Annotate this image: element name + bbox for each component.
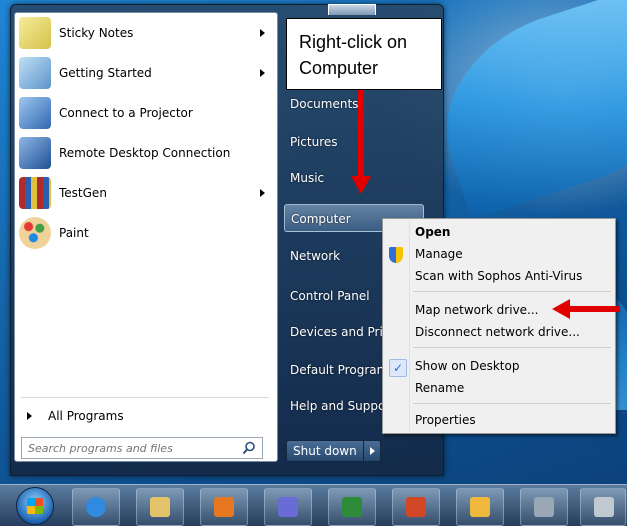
- shutdown-group: Shut down: [286, 440, 381, 462]
- ctx-show-on-desktop[interactable]: Show on Desktop: [415, 355, 611, 377]
- program-label: TestGen: [59, 186, 107, 200]
- all-programs-label: All Programs: [48, 409, 124, 423]
- uac-shield-icon: [389, 247, 403, 263]
- media-player-icon: [214, 497, 234, 517]
- ctx-separator: [413, 347, 611, 348]
- taskbar-internet-explorer[interactable]: [72, 488, 120, 526]
- ctx-open[interactable]: Open: [415, 221, 611, 243]
- taskbar-file-explorer[interactable]: [136, 488, 184, 526]
- checkmark-icon: ✓: [389, 359, 407, 377]
- taskbar-outlook[interactable]: [456, 488, 504, 526]
- ctx-scan-sophos[interactable]: Scan with Sophos Anti-Virus: [415, 265, 611, 287]
- program-label: Getting Started: [59, 66, 152, 80]
- submenu-arrow-icon: [260, 29, 265, 37]
- getting-started-icon: [19, 57, 51, 89]
- user-picture[interactable]: [328, 4, 376, 15]
- taskbar-snipping-tool[interactable]: [580, 488, 626, 526]
- start-pictures[interactable]: Pictures: [284, 128, 424, 156]
- ctx-separator: [413, 403, 611, 404]
- taskbar-excel[interactable]: [328, 488, 376, 526]
- program-label: Connect to a Projector: [59, 106, 193, 120]
- start-button-icon[interactable]: [16, 487, 54, 525]
- excel-icon: [342, 497, 362, 517]
- outlook-icon: [470, 497, 490, 517]
- visio-icon: [278, 497, 298, 517]
- taskbar: [0, 484, 627, 526]
- program-sticky-notes[interactable]: Sticky Notes: [19, 15, 269, 51]
- ctx-rename[interactable]: Rename: [415, 377, 611, 399]
- program-paint[interactable]: Paint: [19, 215, 269, 251]
- program-connect-projector[interactable]: Connect to a Projector: [19, 95, 269, 131]
- ctx-properties[interactable]: Properties: [415, 409, 611, 431]
- programs-separator: [21, 397, 269, 398]
- search-input[interactable]: [26, 440, 240, 456]
- projector-icon: [19, 97, 51, 129]
- taskbar-media-player[interactable]: [200, 488, 248, 526]
- callout-line-2: Computer: [299, 58, 379, 78]
- remote-desktop-icon: [19, 137, 51, 169]
- search-icon[interactable]: [242, 441, 256, 455]
- computer-context-menu: Open Manage Scan with Sophos Anti-Virus …: [382, 218, 616, 434]
- ctx-separator: [413, 291, 611, 292]
- wallpaper-swoosh: [419, 0, 627, 220]
- sticky-notes-icon: [19, 17, 51, 49]
- program-getting-started[interactable]: Getting Started: [19, 55, 269, 91]
- program-label: Remote Desktop Connection: [59, 146, 231, 160]
- program-testgen[interactable]: TestGen: [19, 175, 269, 211]
- shutdown-button[interactable]: Shut down: [286, 440, 364, 462]
- testgen-icon: [19, 177, 51, 209]
- calculator-icon: [534, 497, 554, 517]
- ctx-disconnect-network-drive[interactable]: Disconnect network drive...: [415, 321, 611, 343]
- annotation-callout: Right-click on Computer: [286, 18, 442, 90]
- paint-icon: [19, 217, 51, 249]
- taskbar-visio[interactable]: [264, 488, 312, 526]
- taskbar-calculator[interactable]: [520, 488, 568, 526]
- annotation-arrow-left: [552, 299, 620, 319]
- snipping-tool-icon: [594, 497, 614, 517]
- callout-line-1: Right-click on: [299, 32, 408, 52]
- internet-explorer-icon: [86, 497, 106, 517]
- submenu-arrow-icon: [260, 69, 265, 77]
- all-programs-button[interactable]: All Programs: [19, 405, 269, 427]
- program-remote-desktop[interactable]: Remote Desktop Connection: [19, 135, 269, 171]
- powerpoint-icon: [406, 497, 426, 517]
- annotation-arrow-down: [351, 90, 371, 194]
- taskbar-powerpoint[interactable]: [392, 488, 440, 526]
- start-documents[interactable]: Documents: [284, 90, 424, 118]
- program-label: Sticky Notes: [59, 26, 134, 40]
- file-explorer-icon: [150, 497, 170, 517]
- all-programs-arrow-icon: [27, 412, 32, 420]
- ctx-manage[interactable]: Manage: [415, 243, 611, 265]
- start-menu-programs-pane: Sticky Notes Getting Started Connect to …: [14, 12, 278, 462]
- shutdown-options-arrow-icon[interactable]: [363, 440, 381, 462]
- program-label: Paint: [59, 226, 89, 240]
- submenu-arrow-icon: [260, 189, 265, 197]
- start-search-box[interactable]: [21, 437, 263, 459]
